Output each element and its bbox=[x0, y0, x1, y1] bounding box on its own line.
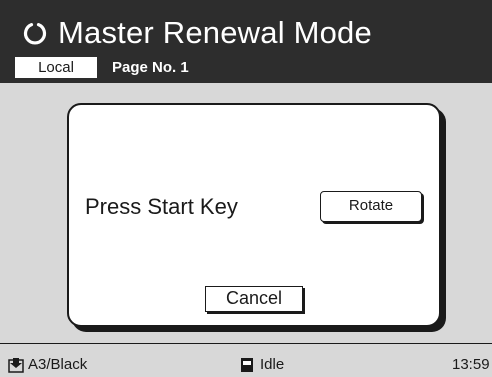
local-badge[interactable]: Local bbox=[15, 57, 97, 78]
page-number: Page No. 1 bbox=[112, 59, 189, 76]
state-label: Idle bbox=[260, 356, 285, 373]
start-dialog: Press Start Key Rotate Cancel bbox=[67, 103, 441, 327]
clock: 13:59 bbox=[452, 356, 490, 373]
title-row: Master Renewal Mode bbox=[22, 16, 372, 50]
header-bar: Master Renewal Mode Local Page No. 1 bbox=[0, 0, 492, 83]
tray-icon bbox=[8, 357, 24, 373]
dialog-message: Press Start Key bbox=[85, 194, 238, 219]
circle-arrow-icon bbox=[22, 20, 48, 46]
sub-header: Local Page No. 1 bbox=[15, 57, 189, 78]
machine-status-icon bbox=[240, 357, 256, 373]
machine-status: Idle bbox=[240, 356, 284, 374]
paper-size-label: A3/Black bbox=[28, 356, 88, 373]
status-bar: A3/Black Idle 13:59 bbox=[0, 343, 492, 373]
paper-status: A3/Black bbox=[8, 356, 87, 374]
cancel-button[interactable]: Cancel bbox=[205, 286, 303, 312]
rotate-button[interactable]: Rotate bbox=[320, 191, 422, 222]
page-title: Master Renewal Mode bbox=[58, 15, 372, 50]
